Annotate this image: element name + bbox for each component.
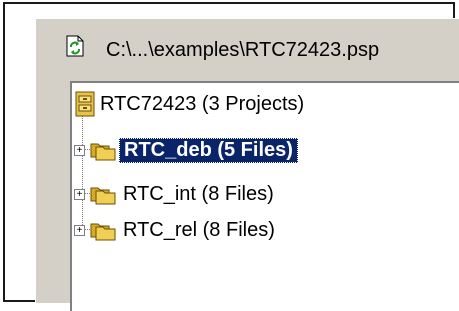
project-path: C:\...\examples\RTC72423.psp [106, 39, 380, 61]
tree-item-label: RTC_int (8 Files) [123, 182, 274, 205]
project-folder-icon [90, 143, 116, 161]
tree-item-label: RTC_rel (8 Files) [123, 218, 275, 241]
path-bar: C:\...\examples\RTC72423.psp [36, 19, 459, 71]
project-folder-icon [90, 187, 116, 205]
tree-item-rtc-int[interactable]: + RTC_int (8 Files) [74, 179, 278, 209]
expand-toggle[interactable]: + [74, 188, 85, 200]
tree-root[interactable]: RTC72423 (3 Projects) [74, 89, 308, 119]
workspace-panel: C:\...\examples\RTC72423.psp RTC72423 (3… [35, 18, 459, 311]
expand-toggle[interactable]: + [74, 224, 85, 236]
tree-item-rtc-deb[interactable]: + RTC_deb (5 Files) [74, 135, 298, 165]
tree-item-rtc-rel[interactable]: + RTC_rel (8 Files) [74, 215, 279, 245]
workspace-cabinet-icon [75, 91, 95, 117]
tree-root-label: RTC72423 (3 Projects) [100, 92, 305, 115]
project-file-icon[interactable] [64, 35, 86, 57]
expand-toggle[interactable]: + [74, 144, 85, 156]
project-tree[interactable]: RTC72423 (3 Projects) + RTC_deb (5 Files… [70, 81, 459, 311]
window-frame: C:\...\examples\RTC72423.psp RTC72423 (3… [3, 2, 459, 311]
tree-item-label: RTC_deb (5 Files) [119, 137, 298, 163]
project-folder-icon [90, 223, 116, 241]
